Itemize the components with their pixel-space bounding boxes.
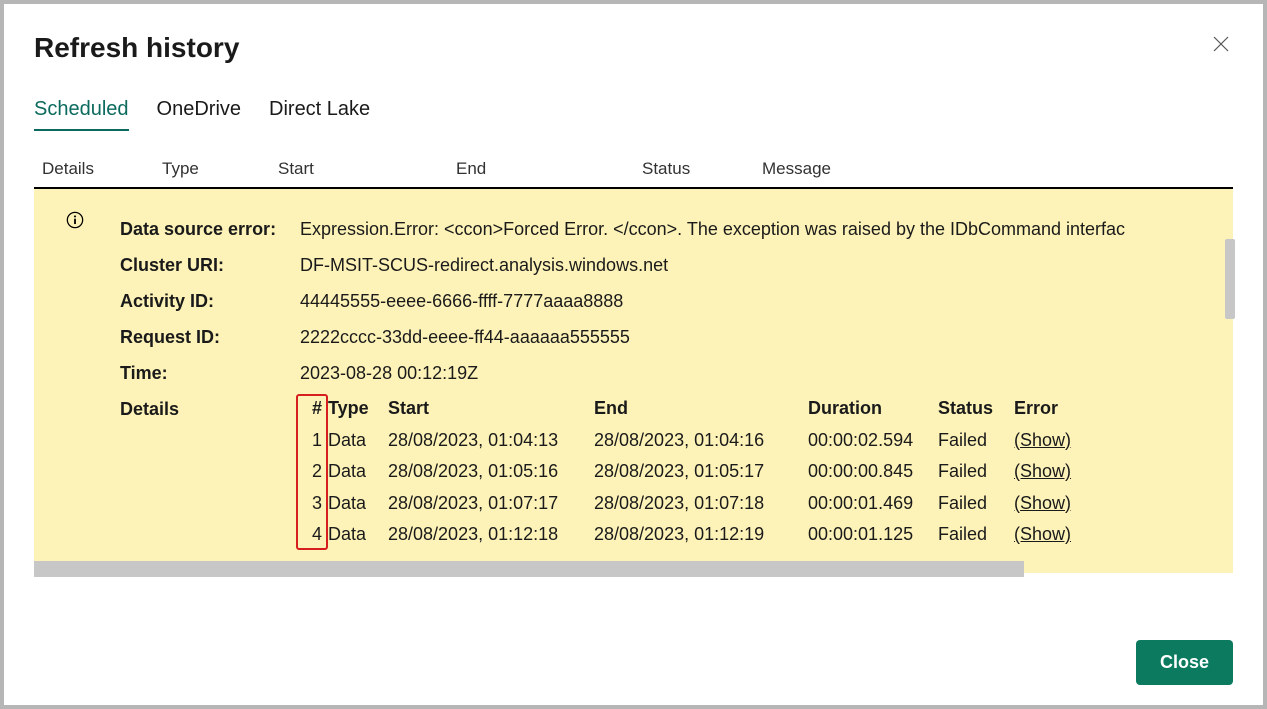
col-message: Message (762, 159, 1225, 179)
dialog-footer: Close (1136, 640, 1233, 685)
tab-scheduled[interactable]: Scheduled (34, 98, 129, 131)
dr-end: 28/08/2023, 01:07:18 (594, 488, 808, 520)
col-status: Status (642, 159, 762, 179)
content-area: Data source error: Expression.Error: <cc… (34, 189, 1233, 573)
dr-type: Data (328, 488, 388, 520)
col-details: Details (42, 159, 162, 179)
dh-num: # (300, 393, 328, 425)
dr-status: Failed (938, 425, 1014, 457)
dr-type: Data (328, 425, 388, 457)
tab-directlake[interactable]: Direct Lake (269, 98, 370, 131)
label-time: Time: (120, 355, 300, 391)
horizontal-scrollbar[interactable] (34, 561, 1024, 577)
details-header-row: # Type Start End Duration Status Error (300, 393, 1094, 425)
label-activity-id: Activity ID: (120, 283, 300, 319)
close-button[interactable]: Close (1136, 640, 1233, 685)
dr-type: Data (328, 519, 388, 551)
show-error-link[interactable]: (Show) (1014, 488, 1094, 520)
dh-status: Status (938, 393, 1014, 425)
label-details: Details (120, 391, 300, 551)
col-end: End (456, 159, 642, 179)
dr-status: Failed (938, 519, 1014, 551)
dr-duration: 00:00:01.469 (808, 488, 938, 520)
dr-status: Failed (938, 488, 1014, 520)
details-row: 4 Data 28/08/2023, 01:12:18 28/08/2023, … (300, 519, 1094, 551)
details-row: 3 Data 28/08/2023, 01:07:17 28/08/2023, … (300, 488, 1094, 520)
dr-duration: 00:00:01.125 (808, 519, 938, 551)
error-panel: Data source error: Expression.Error: <cc… (34, 189, 1233, 573)
dr-num: 2 (300, 456, 328, 488)
show-error-link[interactable]: (Show) (1014, 456, 1094, 488)
dialog-header: Refresh history (34, 32, 1233, 64)
dr-start: 28/08/2023, 01:12:18 (388, 519, 594, 551)
dr-type: Data (328, 456, 388, 488)
label-data-source-error: Data source error: (120, 211, 300, 247)
details-table: # Type Start End Duration Status Error 1… (300, 393, 1094, 551)
dh-error: Error (1014, 393, 1094, 425)
dr-num: 4 (300, 519, 328, 551)
dr-end: 28/08/2023, 01:04:16 (594, 425, 808, 457)
column-headers: Details Type Start End Status Message (34, 159, 1233, 189)
details-row: 2 Data 28/08/2023, 01:05:16 28/08/2023, … (300, 456, 1094, 488)
value-activity-id: 44445555-eeee-6666-ffff-7777aaaa8888 (300, 283, 623, 319)
value-data-source-error: Expression.Error: <ccon>Forced Error. </… (300, 211, 1125, 247)
dh-duration: Duration (808, 393, 938, 425)
dh-start: Start (388, 393, 594, 425)
close-icon[interactable] (1209, 32, 1233, 59)
label-request-id: Request ID: (120, 319, 300, 355)
dr-num: 3 (300, 488, 328, 520)
value-cluster-uri: DF-MSIT-SCUS-redirect.analysis.windows.n… (300, 247, 668, 283)
dr-start: 28/08/2023, 01:04:13 (388, 425, 594, 457)
dr-start: 28/08/2023, 01:05:16 (388, 456, 594, 488)
dr-duration: 00:00:02.594 (808, 425, 938, 457)
value-request-id: 2222cccc-33dd-eeee-ff44-aaaaaa555555 (300, 319, 630, 355)
show-error-link[interactable]: (Show) (1014, 425, 1094, 457)
value-time: 2023-08-28 00:12:19Z (300, 355, 478, 391)
label-cluster-uri: Cluster URI: (120, 247, 300, 283)
dh-type: Type (328, 393, 388, 425)
col-type: Type (162, 159, 278, 179)
tabs: Scheduled OneDrive Direct Lake (34, 98, 1233, 131)
info-icon (66, 211, 84, 229)
dr-duration: 00:00:00.845 (808, 456, 938, 488)
dialog-title: Refresh history (34, 32, 239, 64)
vertical-scrollbar[interactable] (1225, 239, 1235, 319)
tab-onedrive[interactable]: OneDrive (157, 98, 241, 131)
dr-end: 28/08/2023, 01:05:17 (594, 456, 808, 488)
dr-start: 28/08/2023, 01:07:17 (388, 488, 594, 520)
dr-num: 1 (300, 425, 328, 457)
dh-end: End (594, 393, 808, 425)
dr-end: 28/08/2023, 01:12:19 (594, 519, 808, 551)
details-row: 1 Data 28/08/2023, 01:04:13 28/08/2023, … (300, 425, 1094, 457)
dr-status: Failed (938, 456, 1014, 488)
refresh-history-dialog: Refresh history Scheduled OneDrive Direc… (4, 4, 1263, 705)
show-error-link[interactable]: (Show) (1014, 519, 1094, 551)
col-start: Start (278, 159, 456, 179)
